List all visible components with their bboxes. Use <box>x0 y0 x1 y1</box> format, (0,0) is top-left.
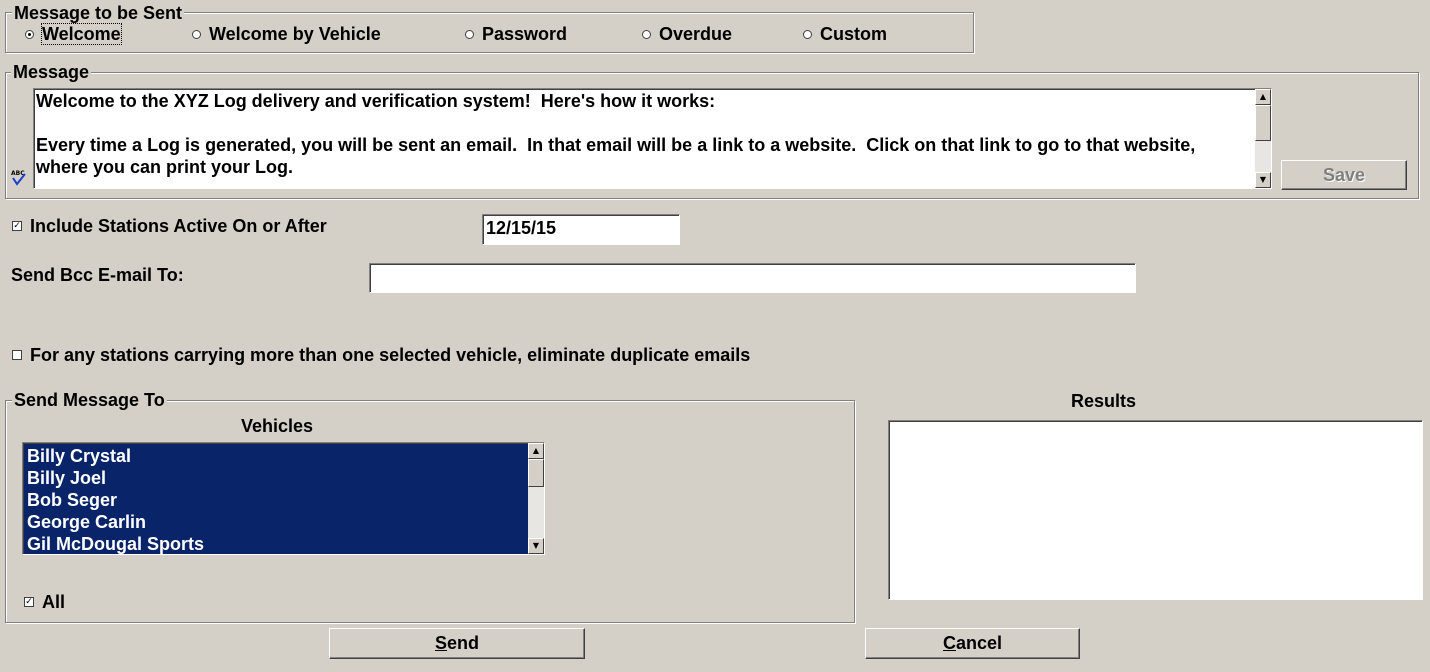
radio-custom-label: Custom <box>820 24 887 44</box>
message-text[interactable]: Welcome to the XYZ Log delivery and veri… <box>36 90 1251 188</box>
scroll-thumb[interactable] <box>1255 105 1271 141</box>
date-value: 12/15/15 <box>486 218 557 238</box>
cancel-button[interactable]: Cancel <box>865 628 1080 659</box>
vehicle-item[interactable]: Billy Crystal <box>24 445 527 467</box>
send-button-label: end <box>447 633 480 653</box>
send-button-mnemonic: S <box>434 633 447 653</box>
radio-dot[interactable] <box>803 29 812 39</box>
dedupe-checkbox[interactable]: For any stations carrying more than one … <box>12 345 750 365</box>
message-scrollbar[interactable]: ▲ ▼ <box>1255 89 1271 188</box>
send-button[interactable]: Send <box>329 628 585 659</box>
checkbox-unchecked[interactable] <box>12 350 22 360</box>
bcc-email-field[interactable] <box>369 263 1136 293</box>
scroll-up-arrow-icon[interactable]: ▲ <box>1255 89 1271 105</box>
scroll-thumb[interactable] <box>528 459 544 487</box>
radio-overdue[interactable]: Overdue <box>642 24 732 44</box>
message-legend: Message <box>11 62 92 82</box>
radio-welcome-label: Welcome <box>41 23 122 45</box>
radio-password[interactable]: Password <box>465 24 567 44</box>
results-header: Results <box>1071 391 1137 411</box>
vehicles-header: Vehicles <box>241 416 314 436</box>
include-stations-date-field[interactable]: 12/15/15 <box>482 214 680 245</box>
radio-welcome-by-vehicle-label: Welcome by Vehicle <box>209 24 381 44</box>
vehicle-item[interactable]: Gil McDougal Sports <box>24 533 527 555</box>
all-vehicles-checkbox[interactable]: ✓ All <box>24 592 65 612</box>
include-stations-label: Include Stations Active On or After <box>30 216 327 236</box>
include-stations-checkbox[interactable]: ✓ Include Stations Active On or After <box>12 216 327 236</box>
checkbox-checked[interactable]: ✓ <box>24 597 34 607</box>
abc-spellcheck-icon[interactable]: ABC <box>8 166 30 188</box>
radio-dot-selected[interactable] <box>25 29 34 39</box>
cancel-button-mnemonic: C <box>942 633 956 653</box>
radio-overdue-label: Overdue <box>659 24 733 44</box>
message-type-legend: Message to be Sent <box>12 3 185 23</box>
vehicles-listbox[interactable]: Billy Crystal Billy Joel Bob Seger Georg… <box>22 442 545 555</box>
dedupe-label: For any stations carrying more than one … <box>30 345 751 365</box>
radio-dot[interactable] <box>192 29 201 39</box>
radio-welcome[interactable]: Welcome <box>25 23 122 45</box>
radio-password-label: Password <box>482 24 568 44</box>
radio-welcome-by-vehicle[interactable]: Welcome by Vehicle <box>192 24 381 44</box>
vehicles-scrollbar[interactable]: ▲ ▼ <box>528 443 544 554</box>
results-box <box>888 420 1423 600</box>
all-label: All <box>42 592 66 612</box>
send-to-legend: Send Message To <box>12 390 167 410</box>
vehicle-item[interactable]: Billy Joel <box>24 467 527 489</box>
save-button[interactable]: Save <box>1281 160 1407 190</box>
scroll-down-arrow-icon[interactable]: ▼ <box>528 538 544 554</box>
checkbox-checked[interactable]: ✓ <box>12 221 22 231</box>
vehicle-item[interactable]: Bob Seger <box>24 489 527 511</box>
scroll-down-arrow-icon[interactable]: ▼ <box>1255 172 1271 188</box>
message-textarea[interactable]: Welcome to the XYZ Log delivery and veri… <box>33 88 1272 189</box>
radio-custom[interactable]: Custom <box>803 24 887 44</box>
cancel-button-label: ancel <box>955 633 1003 653</box>
radio-dot[interactable] <box>642 29 651 39</box>
bcc-label: Send Bcc E-mail To: <box>11 265 184 285</box>
vehicle-item[interactable]: George Carlin <box>24 511 527 533</box>
radio-dot[interactable] <box>465 29 474 39</box>
scroll-up-arrow-icon[interactable]: ▲ <box>528 443 544 459</box>
